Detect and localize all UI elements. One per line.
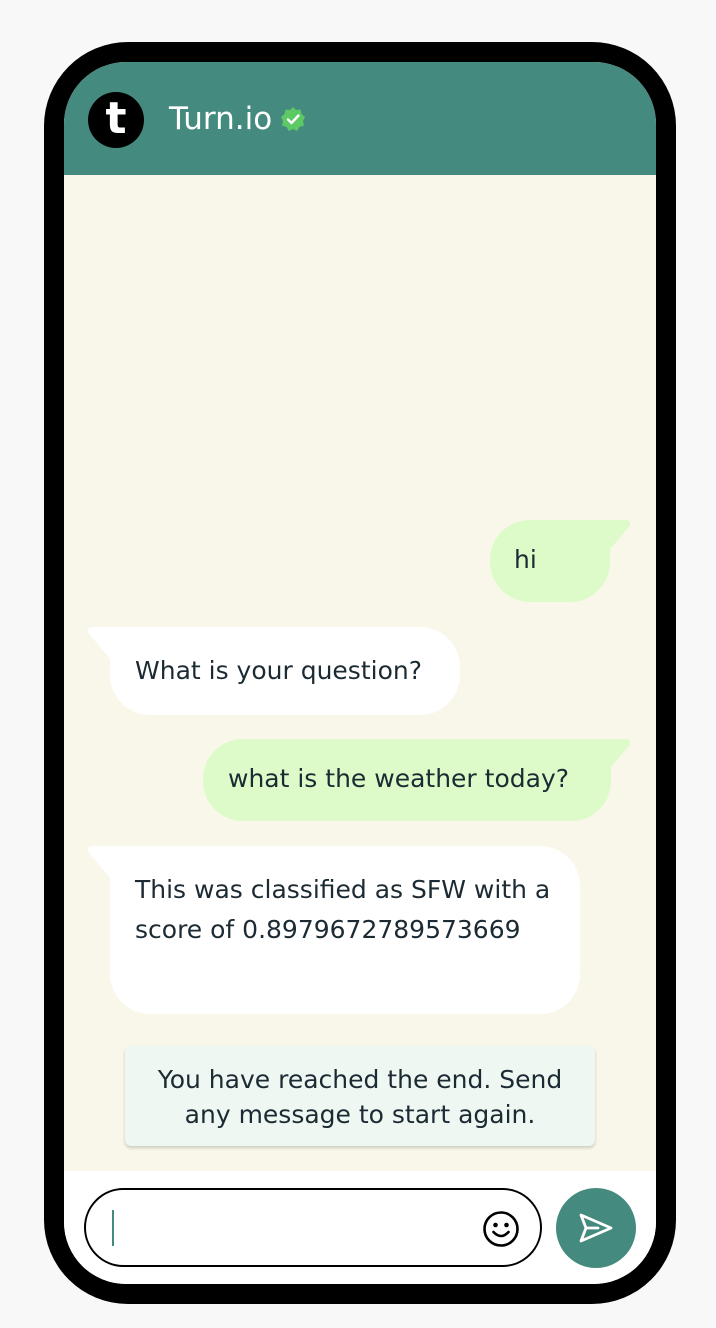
message-text: What is your question? [135,656,422,685]
message-outgoing[interactable]: what is the weather today? [203,739,611,821]
message-text: hi [514,545,537,574]
message-text: what is the weather today? [228,764,570,793]
end-notice-line: You have reached the end. Send [157,1065,563,1094]
verified-badge-icon [281,107,305,131]
message-incoming[interactable]: This was classified as SFW with a score … [110,846,580,1014]
end-notice-line: any message to start again. [184,1100,536,1129]
avatar[interactable]: t [88,92,144,148]
text-caret [112,1210,114,1246]
message-text: This was classified as SFW with a score … [135,875,551,944]
chat-screen: t Turn.io hi What is your question? what… [64,62,656,1284]
message-outgoing[interactable]: hi [490,520,610,602]
end-of-conversation-notice: You have reached the end. Send any messa… [125,1046,595,1146]
send-button[interactable] [556,1188,636,1268]
message-incoming[interactable]: What is your question? [110,627,460,715]
contact-name: Turn.io [169,101,273,137]
phone-frame: t Turn.io hi What is your question? what… [44,42,676,1304]
send-icon [579,1213,613,1243]
chat-header: t Turn.io [64,62,656,175]
smiley-icon[interactable] [482,1210,520,1248]
composer-bar [64,1171,656,1284]
message-input[interactable] [84,1188,542,1267]
